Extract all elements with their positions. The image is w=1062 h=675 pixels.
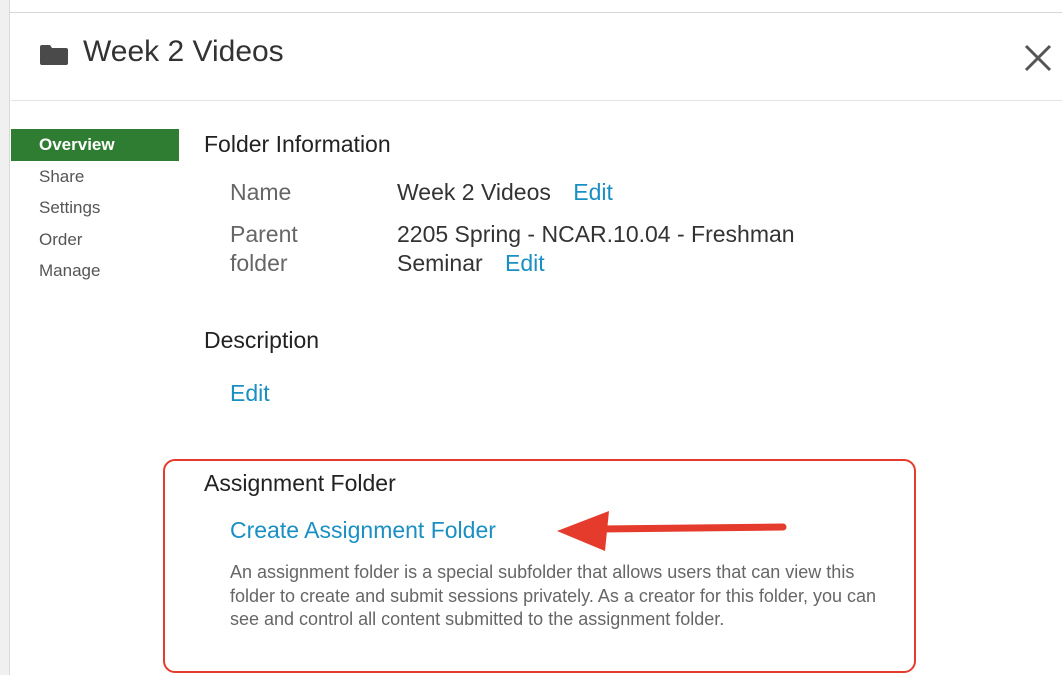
sidebar-item-overview[interactable]: Overview bbox=[11, 129, 179, 161]
folder-settings-dialog: Week 2 Videos Overview Share Settings Or… bbox=[11, 13, 1062, 675]
folder-icon bbox=[40, 45, 68, 65]
edit-description-link[interactable]: Edit bbox=[230, 379, 270, 408]
sidebar-item-share[interactable]: Share bbox=[11, 161, 179, 193]
edit-parent-folder-link[interactable]: Edit bbox=[505, 250, 545, 276]
parent-value-line2-row: Seminar Edit bbox=[397, 249, 795, 278]
dialog-title: Week 2 Videos bbox=[83, 35, 284, 68]
sidebar-item-manage[interactable]: Manage bbox=[11, 255, 179, 287]
assignment-folder-heading: Assignment Folder bbox=[204, 470, 396, 496]
sidebar-item-order[interactable]: Order bbox=[11, 224, 179, 256]
dialog-header: Week 2 Videos bbox=[11, 13, 1062, 101]
parent-folder-label: Parent folder bbox=[230, 220, 298, 278]
dialog-sidebar: Overview Share Settings Order Manage bbox=[11, 129, 179, 287]
parent-value-line2: Seminar bbox=[397, 250, 483, 276]
edit-name-link[interactable]: Edit bbox=[573, 179, 613, 205]
assignment-folder-description: An assignment folder is a special subfol… bbox=[230, 562, 876, 629]
parent-folder-value: 2205 Spring - NCAR.10.04 - Freshman Semi… bbox=[397, 220, 795, 278]
close-icon[interactable] bbox=[1021, 41, 1055, 75]
parent-label-line1: Parent bbox=[230, 221, 298, 247]
parent-label-line2: folder bbox=[230, 250, 288, 276]
description-heading: Description bbox=[204, 327, 320, 353]
arrow-left-icon bbox=[557, 511, 787, 551]
create-assignment-folder-link[interactable]: Create Assignment Folder bbox=[230, 516, 496, 545]
name-row: Week 2 Videos Edit bbox=[397, 178, 613, 207]
folder-information-heading: Folder Information bbox=[204, 131, 391, 157]
sidebar-item-settings[interactable]: Settings bbox=[11, 192, 179, 224]
name-value: Week 2 Videos bbox=[397, 179, 551, 205]
name-label: Name bbox=[230, 179, 292, 205]
background-window-strip bbox=[0, 0, 10, 675]
parent-value-line1: 2205 Spring - NCAR.10.04 - Freshman bbox=[397, 221, 795, 247]
